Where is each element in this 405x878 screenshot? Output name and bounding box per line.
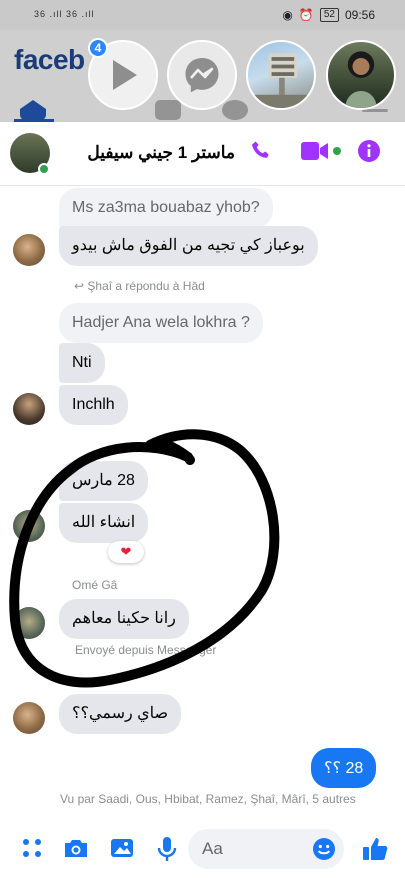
reply-meta-text: Şhaî a répondu à Hād <box>87 279 205 293</box>
sender-avatar[interactable] <box>13 702 45 734</box>
outgoing-message-bubble[interactable]: 28 ؟؟ <box>311 748 377 788</box>
status-right: ◉ ⏰ 52 09:56 <box>282 8 375 22</box>
signal-indicator: 36 .ıll 36 .ıll <box>34 9 95 19</box>
chat-header: ماستر 1 جيني سيفيل <box>0 122 405 186</box>
phone-icon[interactable] <box>249 139 273 163</box>
chat-head-messenger[interactable] <box>167 40 237 110</box>
emoji-icon[interactable] <box>312 837 336 861</box>
chat-title[interactable]: ماستر 1 جيني سيفيل <box>87 143 235 163</box>
seen-by-label: Vu par Saadi, Ous, Hbibat, Ramez, Şhaî, … <box>60 792 356 806</box>
microphone-icon[interactable] <box>156 836 178 862</box>
online-indicator <box>38 163 50 175</box>
message-bubble[interactable]: Nti <box>59 343 105 383</box>
eye-icon: ◉ <box>282 8 293 22</box>
notification-badge: 4 <box>88 38 108 58</box>
apps-grid-icon[interactable] <box>20 836 44 860</box>
alarm-icon: ⏰ <box>298 8 314 22</box>
status-time: 09:56 <box>344 8 375 22</box>
composer-bar <box>0 820 405 878</box>
camera-icon[interactable] <box>63 836 89 860</box>
reply-indicator: ↩ Şhaî a répondu à Hād <box>74 279 205 293</box>
message-bubble[interactable]: Inchlh <box>59 385 128 425</box>
home-icon <box>20 100 46 120</box>
message-bubble[interactable]: بوعباز كي تجيه من الفوق ماش بيدو <box>59 226 318 266</box>
message-bubble[interactable]: Ms za3ma bouabaz yhob? <box>59 188 273 228</box>
sender-avatar[interactable] <box>13 607 45 639</box>
sent-via-label: Envoyé depuis Messenger <box>75 643 217 657</box>
message-bubble[interactable]: صاي رسمي؟؟ <box>59 694 182 734</box>
groups-icon <box>222 100 248 120</box>
status-bar: 36 .ıll 36 .ıll ◉ ⏰ 52 09:56 <box>0 0 405 30</box>
building-photo-icon <box>248 53 314 108</box>
chat-head-building-photo[interactable] <box>246 40 316 110</box>
message-bubble[interactable]: 28 مارس <box>59 461 148 501</box>
replied-message-bubble[interactable]: Hadjer Ana wela lokhra ? <box>59 303 263 343</box>
play-icon <box>113 60 137 90</box>
message-bubble[interactable]: انشاء الله <box>59 503 149 543</box>
message-bubble[interactable]: رانا حكينا معاهم <box>59 599 189 639</box>
info-icon[interactable] <box>357 139 381 163</box>
sender-avatar[interactable] <box>13 510 45 542</box>
marketplace-icon <box>155 100 181 120</box>
messenger-icon <box>185 58 219 93</box>
chat-head-person[interactable] <box>326 40 396 110</box>
sender-avatar[interactable] <box>13 393 45 425</box>
person-photo-icon <box>344 51 378 108</box>
sender-avatar[interactable] <box>13 234 45 266</box>
reply-arrow-icon: ↩ <box>74 279 88 293</box>
video-icon[interactable] <box>301 139 343 163</box>
like-thumb-icon[interactable] <box>362 836 388 862</box>
facebook-logo: faceb <box>14 44 85 75</box>
gallery-icon[interactable] <box>109 836 135 860</box>
sender-name: Omé Gâ <box>72 578 118 592</box>
heart-reaction-icon[interactable]: ❤ <box>108 541 144 563</box>
battery-indicator: 52 <box>319 8 339 22</box>
